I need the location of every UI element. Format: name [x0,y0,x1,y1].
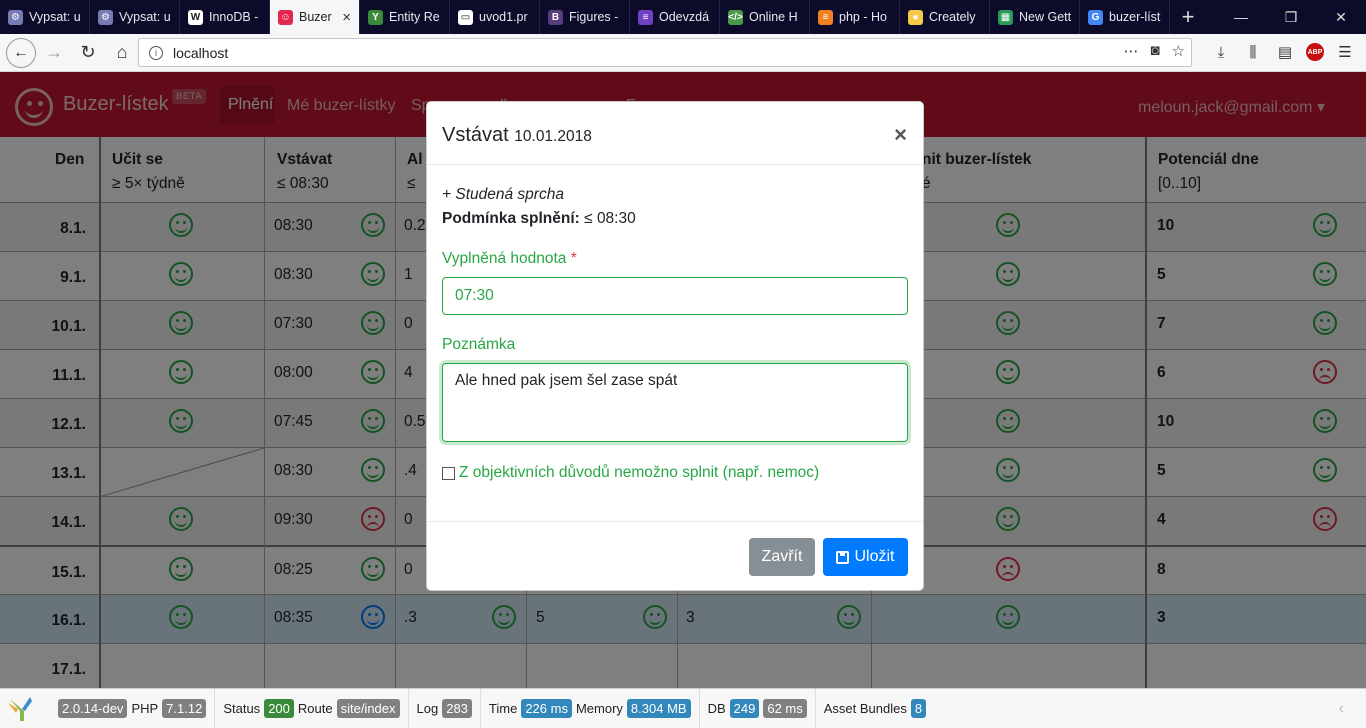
tab-label: Figures - [569,10,619,24]
pocket-icon[interactable]: ◙ [1150,42,1159,60]
task-description: + Studená sprcha [442,186,564,203]
yii-icon: Y [368,9,383,25]
browser-tab[interactable]: W InnoDB - [180,0,270,34]
browser-tab[interactable]: ☺ Buzer × [270,0,360,34]
back-icon[interactable]: ← [6,37,36,68]
close-tab-icon[interactable]: × [342,9,351,26]
php-icon: ⚙ [8,9,23,25]
browser-tab[interactable]: Gbuzer-líst [1080,0,1170,34]
tab-label: InnoDB - [209,10,259,24]
objective-reason-checkbox[interactable]: Z objektivních důvodů nemožno splnit (na… [442,464,819,482]
note-label: Poznámka [442,336,516,353]
browser-tab[interactable]: ⚙ Vypsat: u [90,0,180,34]
note-textarea[interactable]: Ale hned pak jsem šel zase spát [442,363,908,442]
tab-label: php - Ho [839,10,887,24]
new-tab-icon[interactable]: + [1170,0,1206,34]
tab-label: Entity Re [389,10,440,24]
browser-toolbar: ← → ↻ ⌂ i localhost ⋯ ◙ ☆ ⤓ ⫼ ▤ ABP ☰ [0,34,1366,72]
close-window-icon[interactable]: ✕ [1316,0,1366,34]
browser-tab-bar: ⚙ Vypsat: u ⚙ Vypsat: u W InnoDB - ☺ Buzer × Y Ent… [0,0,1366,34]
tab-label: Buzer [299,10,332,24]
checkbox-icon[interactable] [442,466,455,480]
debug-version[interactable]: 2.0.14-dev PHP 7.1.12 [50,688,216,728]
url-bar[interactable]: i localhost ⋯ ◙ ☆ [138,38,1192,67]
browser-tab[interactable]: </> Online H [720,0,810,34]
tab-label: Online H [749,10,798,24]
yii-debug-toolbar: 2.0.14-dev PHP 7.1.12 Status 200 Route s… [0,688,1366,728]
tab-label: Odevzdá [659,10,710,24]
tab-label: Vypsat: u [29,10,81,24]
yii-logo-icon[interactable] [0,689,40,728]
value-label: Vyplněná hodnota * [442,250,577,267]
menu-icon[interactable]: ☰ [1334,38,1356,66]
home-icon[interactable]: ⌂ [106,38,138,68]
download-icon[interactable]: ⤓ [1210,38,1232,66]
debug-db[interactable]: DB 249 62 ms [700,688,816,728]
browser-tab[interactable]: ⚙ Vypsat: u [0,0,90,34]
browser-tab[interactable]: ● Creately [900,0,990,34]
bootstrap-icon: B [548,9,563,25]
browser-tab[interactable]: ≡ php - Ho [810,0,900,34]
document-icon: ▭ [458,9,473,25]
smiley-icon: ☺ [278,9,293,25]
collapse-toolbar-icon[interactable]: ‹ [1339,700,1344,718]
reload-icon[interactable]: ↻ [72,38,104,68]
stackoverflow-icon: ≡ [818,9,833,25]
sheet-icon: ▦ [998,9,1013,25]
browser-tab[interactable]: B Figures - [540,0,630,34]
browser-tab[interactable]: ▦ New Gett [990,0,1080,34]
form-icon: ≡ [638,9,653,25]
modal-header-divider [427,164,923,165]
url-text: localhost [173,44,229,61]
bulb-icon: ● [908,9,923,25]
value-input[interactable] [442,277,908,315]
tab-label: uvod1.pr [479,10,528,24]
window-controls: — ❐ ✕ [1216,0,1366,34]
save-button[interactable]: Uložit [823,538,908,576]
bookmark-star-icon[interactable]: ☆ [1172,42,1185,60]
tab-label: New Gett [1019,10,1071,24]
tab-label: Creately [929,10,976,24]
debug-assets[interactable]: Asset Bundles 8 [816,689,934,728]
adblock-icon[interactable]: ABP [1306,43,1324,61]
php-icon: ⚙ [98,9,113,25]
debug-log[interactable]: Log 283 [409,688,481,728]
debug-profiling[interactable]: Time 226 ms Memory 8.304 MB [481,688,700,728]
tab-label: buzer-líst [1109,10,1161,24]
minimize-icon[interactable]: — [1216,0,1266,34]
info-icon[interactable]: i [149,45,163,60]
modal-date: 10.01.2018 [514,128,592,145]
restore-icon[interactable]: ❐ [1266,0,1316,34]
browser-tab[interactable]: ▭ uvod1.pr [450,0,540,34]
modal-title: Vstávat 10.01.2018 [442,124,592,146]
tab-label: Vypsat: u [119,10,171,24]
page-actions-icon[interactable]: ⋯ [1123,42,1138,60]
sidebar-icon[interactable]: ▤ [1274,38,1296,66]
condition: Podmínka splnění: ≤ 08:30 [442,210,636,227]
edit-modal: Vstávat 10.01.2018 × + Studená sprcha Po… [426,101,924,591]
modal-footer-divider [427,521,923,522]
browser-tab[interactable]: ≡ Odevzdá [630,0,720,34]
save-icon [836,550,850,564]
code-icon: </> [728,9,743,25]
modal-close-icon[interactable]: × [894,122,907,148]
debug-request[interactable]: Status 200 Route site/index [215,688,409,728]
browser-tab[interactable]: Y Entity Re [360,0,450,34]
library-icon[interactable]: ⫼ [1242,38,1264,66]
forward-icon[interactable]: → [38,38,70,68]
google-icon: G [1088,9,1103,25]
wikipedia-icon: W [188,9,203,25]
close-button[interactable]: Zavřít [749,538,815,576]
